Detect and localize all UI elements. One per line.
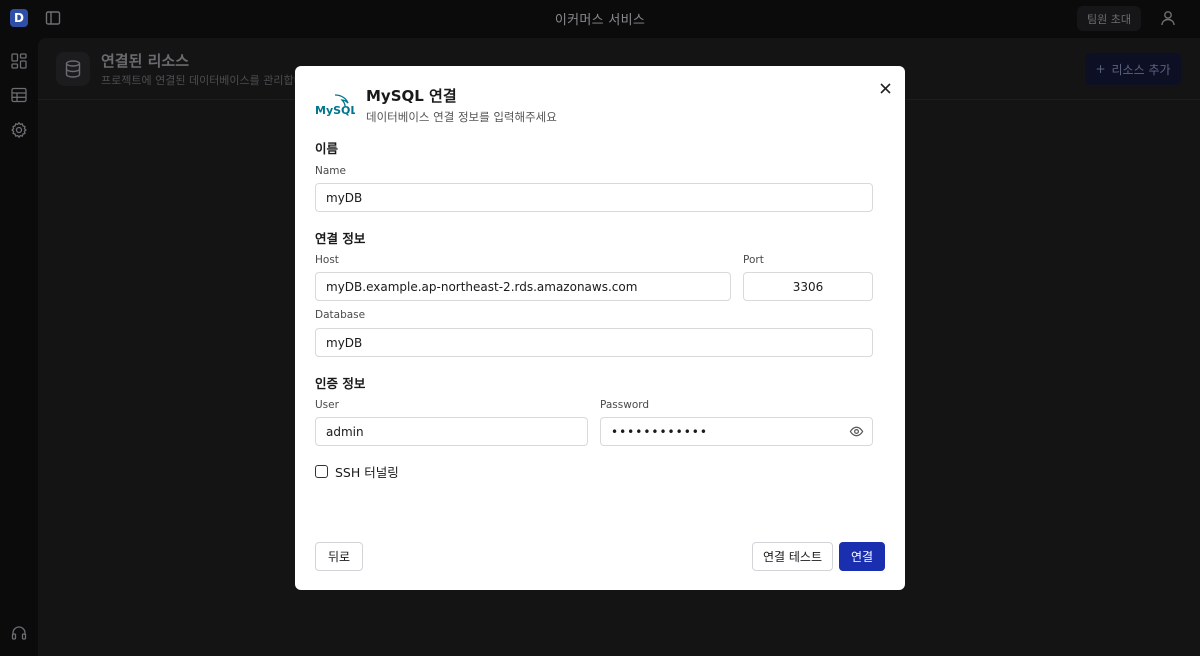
add-resource-button[interactable]: + 리소스 추가 (1085, 53, 1181, 85)
database-label: Database (315, 309, 366, 321)
table-icon[interactable] (10, 86, 28, 104)
plus-icon: + (1095, 62, 1106, 76)
sidebar (0, 38, 38, 656)
project-title: 이커머스 서비스 (554, 13, 646, 28)
top-bar: D 이커머스 서비스 팀원 초대 (0, 0, 1200, 38)
ssh-tunneling-option[interactable]: SSH 터널링 (315, 462, 399, 481)
password-input[interactable] (600, 417, 873, 446)
name-section-heading: 이름 (315, 141, 339, 156)
host-input[interactable] (315, 272, 731, 301)
user-label: User (315, 399, 339, 411)
database-icon (56, 52, 90, 86)
page-subtitle: 프로젝트에 연결된 데이터베이스를 관리합니 (101, 74, 304, 87)
mysql-connection-dialog: MySQL MySQL 연결 데이터베이스 연결 정보를 입력해주세요 이름 N… (295, 66, 905, 590)
ssh-label: SSH 터널링 (335, 465, 399, 480)
ssh-checkbox[interactable] (315, 465, 328, 478)
add-resource-label: 리소스 추가 (1111, 62, 1171, 77)
connect-button[interactable]: 연결 (839, 542, 885, 571)
dialog-title: MySQL 연결 (366, 87, 457, 105)
dialog-subtitle: 데이터베이스 연결 정보를 입력해주세요 (366, 110, 557, 124)
connection-section-heading: 연결 정보 (315, 231, 366, 246)
mysql-logo-text: MySQL (315, 104, 355, 117)
close-icon[interactable] (875, 78, 895, 98)
port-label: Port (743, 254, 764, 266)
name-input[interactable] (315, 183, 873, 212)
auth-section-heading: 인증 정보 (315, 376, 366, 391)
test-connection-button[interactable]: 연결 테스트 (752, 542, 833, 571)
mysql-logo-icon: MySQL (315, 92, 357, 120)
password-label: Password (600, 399, 650, 411)
dashboard-icon[interactable] (10, 52, 28, 70)
page-title: 연결된 리소스 (101, 52, 190, 70)
host-label: Host (315, 254, 339, 266)
user-icon[interactable] (1159, 9, 1177, 27)
user-input[interactable] (315, 417, 588, 446)
name-label: Name (315, 165, 346, 177)
database-input[interactable] (315, 328, 873, 357)
headset-icon[interactable] (10, 624, 28, 642)
eye-icon[interactable] (849, 424, 864, 439)
settings-gear-icon[interactable] (10, 121, 28, 139)
password-field-wrapper (600, 417, 873, 446)
invite-button[interactable]: 팀원 초대 (1077, 6, 1141, 31)
back-button[interactable]: 뒤로 (315, 542, 363, 571)
port-input[interactable] (743, 272, 873, 301)
